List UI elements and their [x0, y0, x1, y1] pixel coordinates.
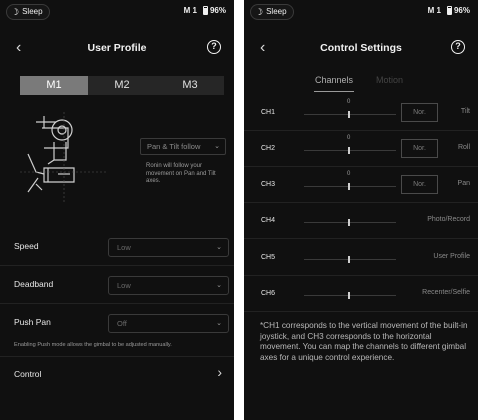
- channel-zero-label: 0: [347, 135, 351, 141]
- tab-m1[interactable]: M1: [20, 76, 88, 95]
- channel-row-ch2: CH2 0 Nor. Roll: [244, 131, 478, 167]
- chevron-down-icon: ⌄: [216, 244, 222, 251]
- chevron-right-icon: ›: [217, 364, 222, 380]
- control-row[interactable]: Control ›: [0, 356, 234, 390]
- active-tab-underline: [314, 91, 354, 92]
- channel-row-ch1: CH1 0 Nor. Tilt: [244, 95, 478, 131]
- speed-value: Low: [117, 243, 131, 252]
- sleep-button[interactable]: ☽ Sleep: [250, 4, 294, 20]
- push-pan-select[interactable]: Off ⌄: [108, 314, 229, 333]
- battery-icon: [202, 6, 208, 15]
- help-icon[interactable]: ?: [451, 40, 465, 54]
- page-title: User Profile: [87, 42, 147, 54]
- gimbal-illustration: [20, 112, 108, 204]
- deadband-row: Deadband Low ⌄: [0, 268, 234, 304]
- moon-icon: ☽: [255, 7, 264, 17]
- mode-indicator: M 1: [427, 6, 441, 15]
- follow-mode-select[interactable]: Pan & Tilt follow ⌄: [140, 138, 226, 155]
- battery-level: 96%: [209, 6, 226, 15]
- control-label: Control: [14, 369, 42, 379]
- channel-slider-thumb[interactable]: [348, 147, 350, 154]
- channel-label: CH5: [261, 254, 276, 261]
- tab-m2[interactable]: M2: [88, 76, 156, 95]
- channel-row-ch3: CH3 0 Nor. Pan: [244, 167, 478, 203]
- channel-function: Recenter/Selfie: [422, 289, 470, 296]
- channel-slider[interactable]: [304, 259, 396, 260]
- push-pan-label: Push Pan: [14, 317, 51, 327]
- channel-slider-thumb[interactable]: [348, 183, 350, 190]
- tab-motion[interactable]: Motion: [376, 75, 403, 85]
- channel-slider-thumb[interactable]: [348, 292, 350, 299]
- channel-reverse-toggle[interactable]: Nor.: [401, 103, 438, 122]
- channel-slider[interactable]: [304, 150, 396, 151]
- speed-row: Speed Low ⌄: [0, 230, 234, 266]
- battery-indicator: 96%: [446, 6, 470, 15]
- deadband-select[interactable]: Low ⌄: [108, 276, 229, 295]
- channel-slider-thumb[interactable]: [348, 219, 350, 226]
- help-icon[interactable]: ?: [207, 40, 221, 54]
- status-bar: ☽ Sleep M 1 96%: [0, 0, 234, 24]
- battery-indicator: 96%: [202, 6, 226, 15]
- sleep-label: Sleep: [22, 7, 43, 16]
- channel-label: CH4: [261, 217, 276, 224]
- channel-slider-thumb[interactable]: [348, 111, 350, 118]
- tab-m3[interactable]: M3: [156, 76, 224, 95]
- speed-label: Speed: [14, 241, 39, 251]
- chevron-down-icon: ⌄: [216, 320, 222, 327]
- channel-function: Tilt: [460, 108, 470, 115]
- channel-function: Pan: [457, 180, 470, 187]
- channel-slider[interactable]: [304, 114, 396, 115]
- follow-mode-value: Pan & Tilt follow: [147, 142, 201, 151]
- page-title: Control Settings: [320, 42, 402, 54]
- channel-zero-label: 0: [347, 171, 351, 177]
- deadband-label: Deadband: [14, 279, 54, 289]
- channel-row-ch4: CH4 Photo/Record: [244, 203, 478, 239]
- channel-label: CH3: [261, 181, 276, 188]
- deadband-value: Low: [117, 281, 131, 290]
- channel-slider[interactable]: [304, 295, 396, 296]
- channel-tabs: Channels Motion: [244, 72, 478, 94]
- channel-function: Roll: [457, 144, 470, 151]
- battery-icon: [446, 6, 452, 15]
- speed-select[interactable]: Low ⌄: [108, 238, 229, 257]
- channel-function: User Profile: [433, 253, 470, 260]
- tab-channels[interactable]: Channels: [315, 75, 353, 85]
- channel-zero-label: 0: [347, 99, 351, 105]
- chevron-down-icon: ⌄: [214, 143, 220, 150]
- chevron-down-icon: ⌄: [216, 282, 222, 289]
- push-pan-row: Push Pan Off ⌄: [0, 306, 234, 342]
- control-settings-screen: ☽ Sleep M 1 96% ‹ Control Settings ? Cha…: [244, 0, 478, 420]
- status-indicators: M 1 96%: [184, 6, 226, 15]
- push-mode-note: Enabling Push mode allows the gimbal to …: [14, 342, 172, 348]
- nav-bar: ‹ Control Settings ?: [244, 36, 478, 62]
- channel-reverse-toggle[interactable]: Nor.: [401, 175, 438, 194]
- sleep-button[interactable]: ☽ Sleep: [6, 4, 50, 20]
- channel-label: CH1: [261, 109, 276, 116]
- profile-tabs: M1 M2 M3: [20, 76, 224, 95]
- channel-slider[interactable]: [304, 222, 396, 223]
- follow-mode-description: Ronin will follow your movement on Pan a…: [146, 163, 216, 184]
- push-pan-value: Off: [117, 319, 127, 328]
- channel-label: CH2: [261, 145, 276, 152]
- channel-label: CH6: [261, 290, 276, 297]
- channel-row-ch6: CH6 Recenter/Selfie: [244, 276, 478, 312]
- mode-indicator: M 1: [183, 6, 197, 15]
- channel-slider-thumb[interactable]: [348, 256, 350, 263]
- status-indicators: M 1 96%: [428, 6, 470, 15]
- channel-reverse-toggle[interactable]: Nor.: [401, 139, 438, 158]
- user-profile-screen: ☽ Sleep M 1 96% ‹ User Profile ? M1 M2 M…: [0, 0, 234, 420]
- sleep-label: Sleep: [266, 7, 287, 16]
- channel-slider[interactable]: [304, 186, 396, 187]
- channel-mapping-note: *CH1 corresponds to the vertical movemen…: [260, 321, 468, 362]
- channel-row-ch5: CH5 User Profile: [244, 240, 478, 276]
- nav-bar: ‹ User Profile ?: [0, 36, 234, 62]
- moon-icon: ☽: [11, 7, 20, 17]
- battery-level: 96%: [453, 6, 470, 15]
- channel-function: Photo/Record: [427, 216, 470, 223]
- status-bar: ☽ Sleep M 1 96%: [244, 0, 478, 24]
